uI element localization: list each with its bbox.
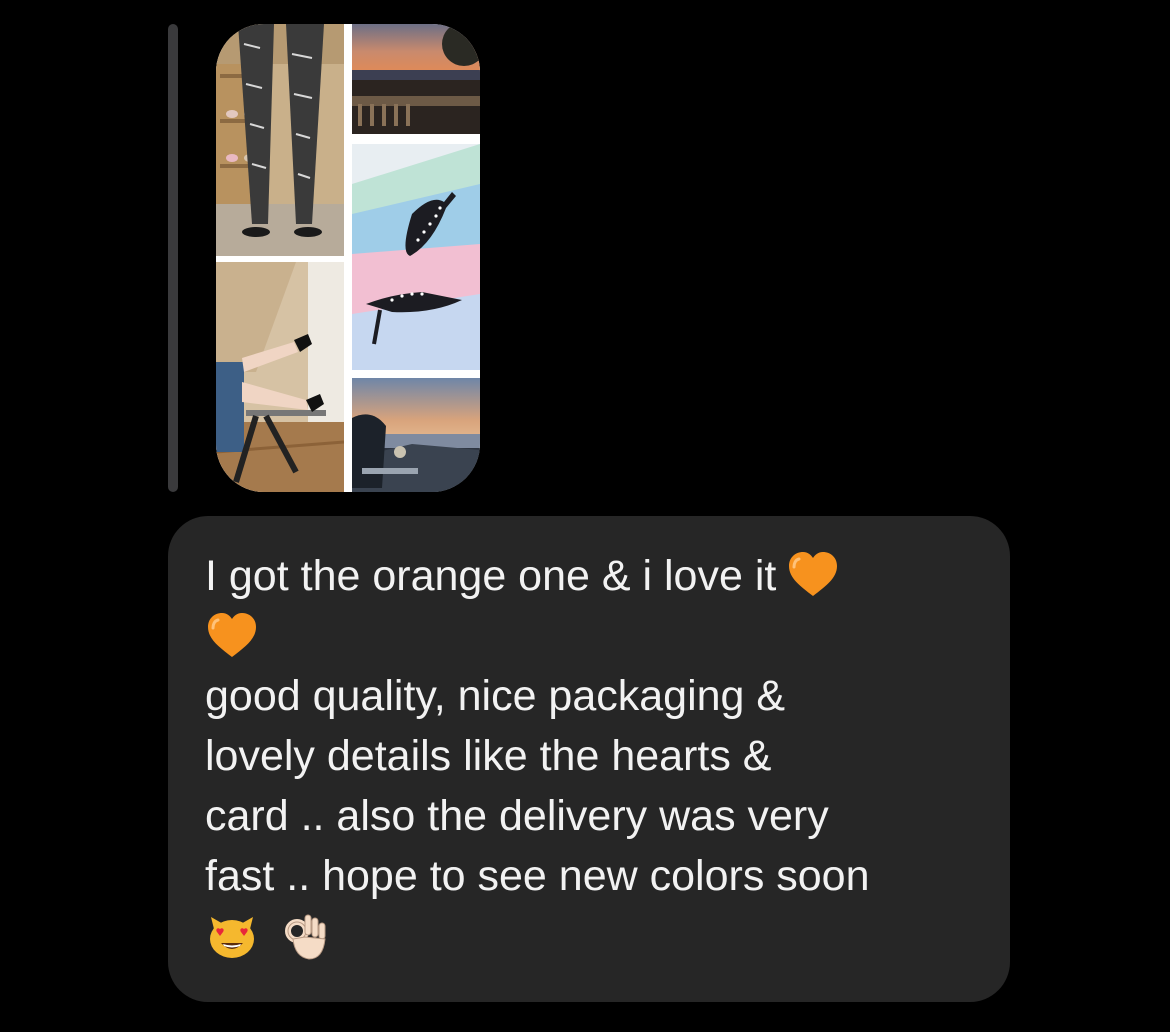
story-reply-preview[interactable] [216,24,480,492]
tile-heels-pastel-backdrop [352,144,480,370]
ok-hand-icon [277,909,331,963]
message-line: lovely details like the hearts & [205,732,772,780]
message-line: fast .. hope to see new colors soon [205,852,870,900]
tile-model-patterned-pants [216,24,344,256]
message-line: I got the orange one & i love it [205,546,974,606]
emoji-row [205,906,974,966]
message-line: good quality, nice packaging & [205,672,786,720]
orange-heart-icon [205,609,259,663]
tile-sunset-terrace [352,24,480,134]
tile-car-ocean-view [352,378,480,492]
heart-eyes-cat-icon [205,909,259,963]
message-line: card .. also the delivery was very [205,792,829,840]
orange-heart-icon [786,548,840,602]
tile-legs-on-stool [216,262,344,492]
emoji-row [205,606,974,666]
story-reply-bar [168,24,178,492]
message-bubble[interactable]: I got the orange one & i love it good qu… [168,516,1010,1002]
message-text: I got the orange one & i love it [205,552,777,600]
